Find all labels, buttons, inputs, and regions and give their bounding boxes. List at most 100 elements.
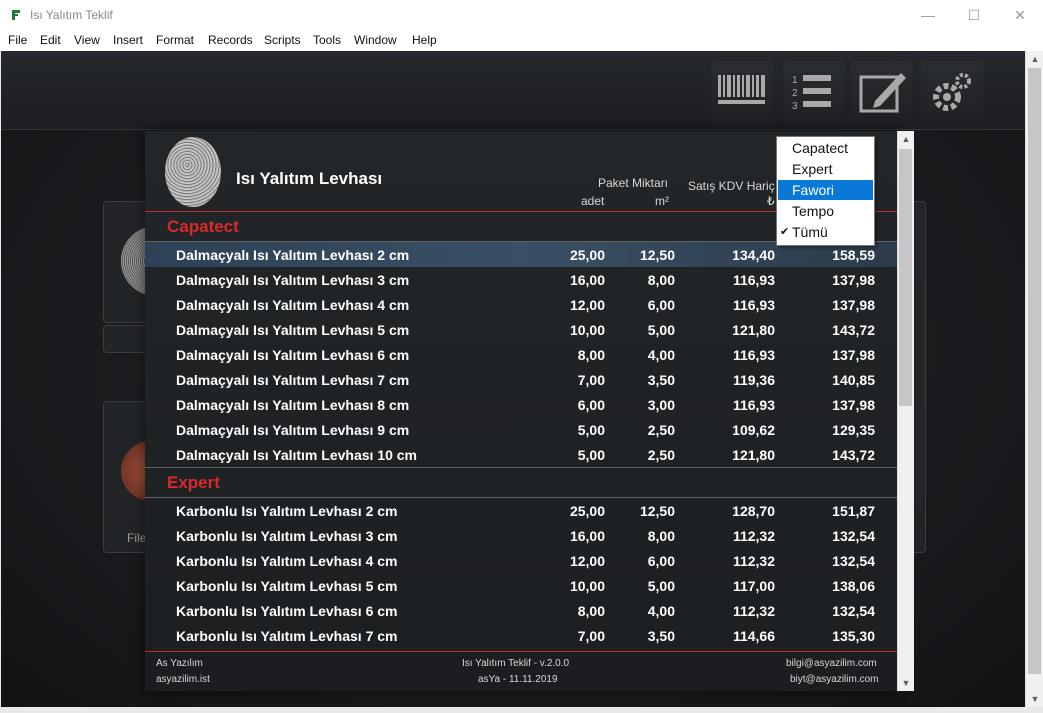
- product-row[interactable]: Dalmaçyalı Isı Yalıtım Levhası 6 cm 8,00 4…: [145, 342, 897, 367]
- menu-format[interactable]: Format: [156, 33, 194, 47]
- maximize-button[interactable]: ☐: [951, 0, 997, 31]
- minimize-button[interactable]: —: [905, 0, 951, 31]
- barcode-button[interactable]: [711, 61, 773, 121]
- package-qty-adet: 5,00: [577, 422, 605, 438]
- product-row[interactable]: Karbonlu Isı Yalıtım Levhası 2 cm 25,00 12…: [145, 498, 897, 523]
- menu-insert[interactable]: Insert: [113, 33, 143, 47]
- header-paket-miktari: Paket Miktarı: [598, 176, 669, 190]
- brand-logo: [165, 137, 221, 207]
- menu-window[interactable]: Window: [354, 33, 397, 47]
- title-bar: Isı Yalıtım Teklif — ☐ ✕: [0, 0, 1043, 31]
- dropdown-option-tumu[interactable]: ✔ Tümü: [778, 222, 873, 242]
- price-incl-vat: 158,59: [832, 247, 875, 263]
- product-name: Dalmaçyalı Isı Yalıtım Levhası 10 cm: [176, 447, 417, 463]
- close-button[interactable]: ✕: [997, 0, 1043, 31]
- checkmark-icon: ✔: [780, 226, 790, 238]
- product-name: Dalmaçyalı Isı Yalıtım Levhası 2 cm: [176, 247, 410, 263]
- panel-footer: As Yazılım asyazilim.ist Isı Yalıtım Tek…: [145, 651, 897, 691]
- edit-icon: [859, 73, 906, 113]
- product-row[interactable]: Dalmaçyalı Isı Yalıtım Levhası 8 cm 6,00 3…: [145, 392, 897, 417]
- header-satis: Satış KDV Hariç: [688, 179, 775, 193]
- package-qty-m2: 2,50: [647, 422, 675, 438]
- panel-title: Isı Yalıtım Levhası: [236, 169, 383, 188]
- settings-button[interactable]: [921, 61, 983, 121]
- scroll-up-arrow-icon[interactable]: ▲: [898, 131, 914, 147]
- header-m2: m²: [655, 194, 669, 208]
- footer-site: asyazilim.ist: [156, 674, 210, 685]
- product-name: Dalmaçyalı Isı Yalıtım Levhası 5 cm: [176, 322, 410, 338]
- product-row[interactable]: Karbonlu Isı Yalıtım Levhası 5 cm 10,00 5,…: [145, 573, 897, 598]
- dropdown-option-capatect[interactable]: Capatect: [778, 138, 873, 158]
- price-incl-vat: 132,54: [832, 553, 875, 569]
- product-row[interactable]: Dalmaçyalı Isı Yalıtım Levhası 4 cm 12,00…: [145, 292, 897, 317]
- background-label: File: [127, 531, 147, 545]
- dropdown-option-expert[interactable]: Expert: [778, 159, 873, 179]
- menu-view[interactable]: View: [74, 33, 100, 47]
- product-row[interactable]: Dalmaçyalı Isı Yalıtım Levhası 5 cm 10,00…: [145, 317, 897, 342]
- product-row[interactable]: Karbonlu Isı Yalıtım Levhası 3 cm 16,00 8,…: [145, 523, 897, 548]
- package-qty-adet: 10,00: [569, 322, 605, 338]
- package-qty-adet: 10,00: [569, 578, 605, 594]
- price-incl-vat: 137,98: [832, 397, 875, 413]
- package-qty-adet: 7,00: [577, 628, 605, 644]
- package-qty-m2: 8,00: [647, 528, 675, 544]
- package-qty-m2: 6,00: [647, 297, 675, 313]
- price-excl-vat: 128,70: [732, 503, 775, 519]
- edit-button[interactable]: [851, 61, 913, 121]
- product-row[interactable]: Karbonlu Isı Yalıtım Levhası 7 cm 7,00 3,5…: [145, 623, 897, 648]
- window-scroll-down-icon[interactable]: ▼: [1027, 691, 1043, 707]
- product-name: Dalmaçyalı Isı Yalıtım Levhası 7 cm: [176, 372, 410, 388]
- product-row[interactable]: Karbonlu Isı Yalıtım Levhası 4 cm 12,00 6,…: [145, 548, 897, 573]
- menu-help[interactable]: Help: [412, 33, 437, 47]
- price-excl-vat: 116,93: [732, 297, 775, 313]
- price-excl-vat: 109,62: [732, 422, 775, 438]
- menu-records[interactable]: Records: [208, 33, 253, 47]
- header-adet: adet: [581, 194, 605, 208]
- menu-scripts[interactable]: Scripts: [264, 33, 301, 47]
- list-button[interactable]: 1 2 3: [783, 61, 845, 121]
- dropdown-option-fawori[interactable]: Fawori: [778, 180, 873, 200]
- svg-text:2: 2: [792, 88, 798, 99]
- panel-scrollbar[interactable]: ▲ ▼: [897, 131, 914, 691]
- package-qty-adet: 25,00: [569, 247, 605, 263]
- product-row[interactable]: Karbonlu Isı Yalıtım Levhası 6 cm 8,00 4,0…: [145, 598, 897, 623]
- package-qty-adet: 16,00: [569, 528, 605, 544]
- window-scroll-up-icon[interactable]: ▲: [1027, 51, 1043, 67]
- window-scrollbar[interactable]: ▲ ▼: [1025, 51, 1043, 707]
- price-incl-vat: 132,54: [832, 603, 875, 619]
- product-row[interactable]: Dalmaçyalı Isı Yalıtım Levhası 3 cm 16,00…: [145, 267, 897, 292]
- price-incl-vat: 135,30: [832, 628, 875, 644]
- package-qty-m2: 5,00: [647, 578, 675, 594]
- menu-tools[interactable]: Tools: [313, 33, 341, 47]
- brand-filter-dropdown: Capatect Expert Fawori Tempo ✔ Tümü: [776, 136, 875, 246]
- footer-company: As Yazılım: [156, 658, 203, 669]
- product-row[interactable]: Dalmaçyalı Isı Yalıtım Levhası 7 cm 7,00 3…: [145, 367, 897, 392]
- scroll-down-arrow-icon[interactable]: ▼: [898, 675, 914, 691]
- svg-text:3: 3: [792, 101, 798, 112]
- product-row[interactable]: Dalmaçyalı Isı Yalıtım Levhası 10 cm 5,00…: [145, 442, 897, 467]
- package-qty-adet: 6,00: [577, 397, 605, 413]
- product-name: Karbonlu Isı Yalıtım Levhası 4 cm: [176, 553, 398, 569]
- product-name: Dalmaçyalı Isı Yalıtım Levhası 8 cm: [176, 397, 410, 413]
- product-name: Dalmaçyalı Isı Yalıtım Levhası 3 cm: [176, 272, 410, 288]
- menu-edit[interactable]: Edit: [40, 33, 61, 47]
- price-excl-vat: 116,93: [732, 397, 775, 413]
- group-title-capatect: Capatect: [167, 217, 239, 236]
- menu-bar: File Edit View Insert Format Records Scr…: [0, 31, 1043, 51]
- price-excl-vat: 112,32: [732, 528, 775, 544]
- package-qty-m2: 3,50: [647, 372, 675, 388]
- product-name: Karbonlu Isı Yalıtım Levhası 5 cm: [176, 578, 398, 594]
- dropdown-option-tempo[interactable]: Tempo: [778, 201, 873, 221]
- product-name: Karbonlu Isı Yalıtım Levhası 7 cm: [176, 628, 398, 644]
- menu-file[interactable]: File: [8, 33, 27, 47]
- product-row[interactable]: Dalmaçyalı Isı Yalıtım Levhası 9 cm 5,00 2…: [145, 417, 897, 442]
- package-qty-adet: 8,00: [577, 347, 605, 363]
- toolbar-band: 1 2 3: [1, 51, 1025, 130]
- numbered-list-icon: 1 2 3: [792, 75, 831, 112]
- package-qty-m2: 4,00: [647, 603, 675, 619]
- panel-scroll-thumb[interactable]: [899, 149, 912, 406]
- window-scroll-thumb[interactable]: [1028, 68, 1041, 674]
- package-qty-m2: 12,50: [639, 503, 675, 519]
- price-excl-vat: 112,32: [732, 603, 775, 619]
- package-qty-m2: 3,00: [647, 397, 675, 413]
